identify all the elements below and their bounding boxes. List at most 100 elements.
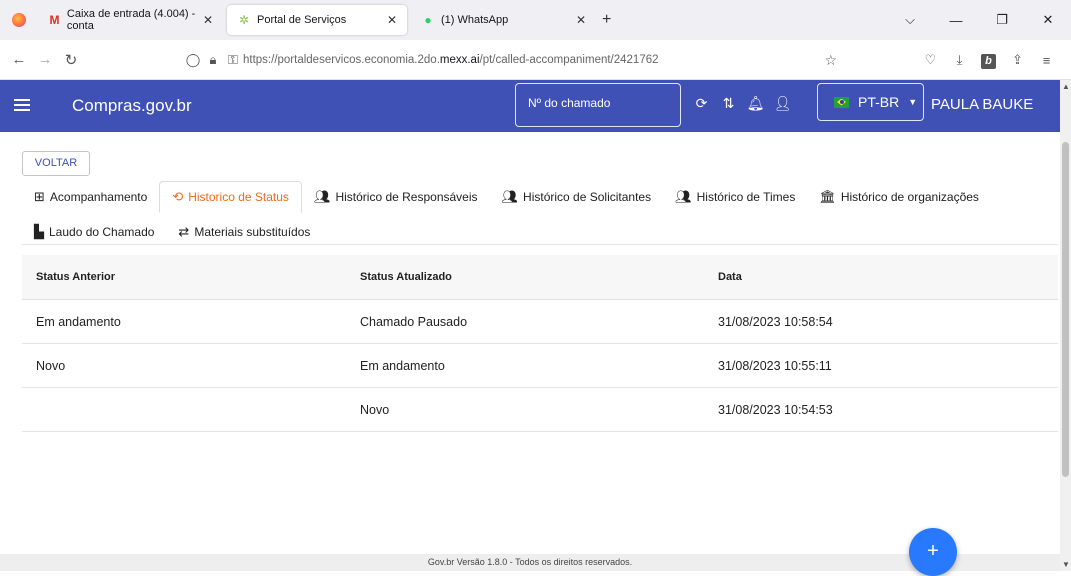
browser-tab-title: Caixa de entrada (4.004) - conta bbox=[66, 8, 196, 32]
bookmark-star-icon[interactable]: ☆ bbox=[824, 52, 837, 69]
browser-navbar: ← → ↻ ◯ 🔒︎ ⚿ https://portaldeservicos.ec… bbox=[0, 40, 1071, 80]
browser-tab-title: Portal de Serviços bbox=[257, 14, 347, 26]
app-brand[interactable]: Compras.gov.br bbox=[72, 96, 192, 116]
add-box-icon: ⊞ bbox=[34, 189, 45, 204]
chamado-search-input[interactable]: Nº do chamado bbox=[515, 83, 681, 127]
column-header[interactable]: Data bbox=[704, 271, 1058, 283]
tabs-divider bbox=[22, 244, 1058, 245]
menu-icon[interactable]: ≡ bbox=[1032, 53, 1061, 68]
url-prefix: https://portaldeservicos.economia.2do. bbox=[243, 54, 440, 66]
tab-label: Laudo do Chamado bbox=[49, 225, 155, 239]
tab-acompanhamento[interactable]: ⊞ Acompanhamento bbox=[22, 181, 159, 213]
window-controls: ⌵ — ❐ ✕ bbox=[887, 0, 1071, 40]
restore-button[interactable]: ❐ bbox=[979, 12, 1025, 28]
close-icon[interactable]: ✕ bbox=[387, 13, 397, 27]
cell-status-anterior: Novo bbox=[36, 358, 66, 373]
firefox-icon[interactable] bbox=[12, 13, 26, 27]
tab-label: Materiais substituídos bbox=[194, 225, 311, 239]
portal-icon: ✲ bbox=[238, 13, 250, 27]
browser-tab-strip: M Caixa de entrada (4.004) - conta ✕ ✲ P… bbox=[0, 0, 1071, 40]
tab-historico-solicitantes[interactable]: 👥︎ Histórico de Solicitantes bbox=[490, 181, 664, 213]
gmail-icon: M bbox=[49, 13, 60, 27]
table-row[interactable]: Novo 31/08/2023 10:54:53 bbox=[22, 388, 1058, 432]
tab-historico-responsaveis[interactable]: 👥︎ Histórico de Responsáveis bbox=[302, 181, 490, 213]
browser-tab-title: (1) WhatsApp bbox=[441, 14, 509, 26]
cell-status-atualizado: Novo bbox=[360, 402, 390, 417]
people-icon: 👥︎ bbox=[313, 189, 331, 204]
scrollbar-thumb[interactable] bbox=[1062, 142, 1069, 477]
document-icon: ▙ bbox=[34, 224, 44, 239]
scroll-down-icon[interactable]: ▼ bbox=[1062, 560, 1070, 569]
history-icon: ⟲ bbox=[172, 189, 184, 204]
tab-historico-times[interactable]: 👥︎ Histórico de Times bbox=[663, 181, 807, 213]
tab-label: Histórico de Solicitantes bbox=[523, 190, 652, 204]
add-fab-button[interactable]: + bbox=[909, 528, 957, 576]
browser-tab-whatsapp[interactable]: ● (1) WhatsApp ✕ bbox=[411, 5, 596, 35]
back-arrow-icon[interactable]: ← bbox=[6, 51, 32, 68]
user-name[interactable]: PAULA BAUKE bbox=[931, 96, 1033, 113]
footer: Gov.br Versão 1.8.0 - Todos os direitos … bbox=[0, 554, 1060, 571]
swap-icon: ⇄ bbox=[178, 224, 190, 239]
user-icon[interactable]: 👤︎ bbox=[769, 95, 796, 112]
lock-icon[interactable]: 🔒︎ bbox=[203, 52, 223, 68]
status-history-table: Status Anterior Status Atualizado Data E… bbox=[22, 255, 1058, 432]
cell-data: 31/08/2023 10:54:53 bbox=[718, 402, 833, 417]
shield-icon[interactable]: ◯ bbox=[183, 52, 203, 68]
close-window-button[interactable]: ✕ bbox=[1025, 12, 1071, 28]
cell-status-atualizado: Em andamento bbox=[360, 358, 445, 373]
brazil-flag-icon bbox=[834, 96, 849, 108]
new-tab-button[interactable]: + bbox=[602, 11, 611, 29]
browser-tab-gmail[interactable]: M Caixa de entrada (4.004) - conta ✕ bbox=[38, 5, 223, 35]
hamburger-menu-icon[interactable] bbox=[14, 96, 30, 116]
language-label: PT-BR bbox=[858, 94, 900, 110]
download-icon[interactable]: ⤓ bbox=[945, 52, 974, 68]
caret-down-icon: ▼ bbox=[908, 97, 918, 107]
tabs-row-2: ▙ Laudo do Chamado ⇄ Materiais substituí… bbox=[22, 218, 322, 246]
tab-label: Histórico de Times bbox=[696, 190, 796, 204]
tab-historico-organizacoes[interactable]: 🏛︎ Histórico de organizações bbox=[807, 181, 991, 213]
cell-data: 31/08/2023 10:55:11 bbox=[718, 358, 832, 373]
share-icon[interactable]: ⇪ bbox=[1003, 52, 1032, 68]
table-row[interactable]: Novo Em andamento 31/08/2023 10:55:11 bbox=[22, 344, 1058, 388]
bank-icon: 🏛︎ bbox=[819, 189, 836, 204]
tab-list-icon[interactable]: ⌵ bbox=[887, 12, 933, 28]
column-header[interactable]: Status Atualizado bbox=[358, 271, 704, 283]
forward-arrow-icon[interactable]: → bbox=[32, 51, 58, 68]
header-icons: ⟳ ⇅ 🔔︎ 👤︎ bbox=[688, 95, 796, 112]
url-bar[interactable]: ◯ 🔒︎ ⚿ https://portaldeservicos.economia… bbox=[183, 47, 843, 73]
cell-data: 31/08/2023 10:58:54 bbox=[718, 314, 833, 329]
minimize-button[interactable]: — bbox=[933, 13, 979, 28]
tab-label: Histórico de Responsáveis bbox=[335, 190, 478, 204]
url-path: /pt/called-accompaniment/2421762 bbox=[479, 54, 659, 66]
browser-toolbar-icons: ♡ ⤓ b ⇪ ≡ bbox=[916, 40, 1061, 80]
language-selector[interactable]: PT-BR ▼ bbox=[817, 83, 924, 121]
tab-label: Historico de Status bbox=[188, 190, 289, 204]
app-header: Compras.gov.br Nº do chamado ⟳ ⇅ 🔔︎ 👤︎ P… bbox=[0, 80, 1060, 132]
cell-status-atualizado: Chamado Pausado bbox=[360, 314, 468, 329]
cell-status-anterior: Em andamento bbox=[36, 314, 121, 329]
people-icon: 👥︎ bbox=[501, 189, 519, 204]
extension-b-icon[interactable]: b bbox=[974, 52, 1003, 69]
tab-label: Acompanhamento bbox=[49, 190, 148, 204]
tabs-row-1: ⊞ Acompanhamento ⟲ Historico de Status 👥… bbox=[22, 180, 991, 214]
table-row[interactable]: Em andamento Chamado Pausado 31/08/2023 … bbox=[22, 300, 1058, 344]
tab-historico-status[interactable]: ⟲ Historico de Status bbox=[159, 181, 302, 213]
tab-label: Histórico de organizações bbox=[840, 190, 979, 204]
table-header: Status Anterior Status Atualizado Data bbox=[22, 255, 1058, 300]
scroll-up-icon[interactable]: ▲ bbox=[1062, 82, 1070, 91]
sync-icon[interactable]: ⇅ bbox=[715, 95, 742, 112]
refresh-icon[interactable]: ⟳ bbox=[688, 95, 715, 112]
bell-icon[interactable]: 🔔︎ bbox=[742, 95, 769, 112]
column-header[interactable]: Status Anterior bbox=[22, 271, 358, 283]
url-host: mexx.ai bbox=[439, 54, 480, 66]
voltar-button[interactable]: VOLTAR bbox=[22, 151, 90, 176]
whatsapp-icon: ● bbox=[424, 13, 432, 27]
close-icon[interactable]: ✕ bbox=[203, 13, 213, 27]
reload-icon[interactable]: ↻ bbox=[58, 51, 84, 69]
pocket-icon[interactable]: ♡ bbox=[916, 52, 945, 68]
vertical-scrollbar[interactable]: ▲ ▼ bbox=[1060, 80, 1071, 571]
people-icon: 👥︎ bbox=[675, 189, 692, 204]
key-icon[interactable]: ⚿ bbox=[223, 52, 243, 68]
close-icon[interactable]: ✕ bbox=[576, 13, 586, 27]
browser-tab-portal[interactable]: ✲ Portal de Serviços ✕ bbox=[227, 5, 407, 35]
